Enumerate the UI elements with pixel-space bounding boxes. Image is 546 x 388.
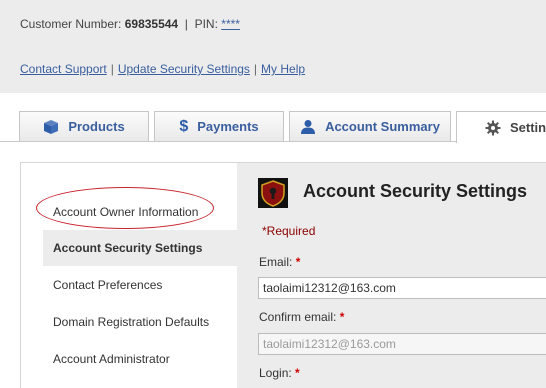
required-star: * bbox=[295, 366, 300, 380]
required-star: * bbox=[339, 310, 345, 324]
sidebar-item-account-owner-information[interactable]: Account Owner Information bbox=[53, 205, 198, 219]
field-label-text: Confirm email: bbox=[259, 310, 337, 324]
person-icon bbox=[300, 119, 316, 135]
field-label-text: Login: bbox=[259, 366, 292, 380]
lock-shield-icon bbox=[258, 178, 288, 213]
divider: | bbox=[181, 17, 192, 31]
sidebar-item-account-administrator[interactable]: Account Administrator bbox=[53, 352, 170, 366]
required-note: *Required bbox=[262, 224, 316, 238]
field-label-text: Email: bbox=[259, 255, 293, 269]
header-links: Contact Support | Update Security Settings… bbox=[20, 62, 305, 76]
customer-number-label: Customer Number: bbox=[20, 17, 122, 31]
main-panel: Account Security Settings *Required Emai… bbox=[237, 162, 546, 388]
pin-label: PIN: bbox=[194, 17, 218, 31]
email-field[interactable] bbox=[258, 277, 546, 299]
tab-label: Settin bbox=[510, 120, 546, 135]
sidebar-item-account-security-settings[interactable]: Account Security Settings bbox=[43, 230, 238, 266]
sidebar-item-domain-registration-defaults[interactable]: Domain Registration Defaults bbox=[53, 315, 209, 329]
email-label: Email: * bbox=[259, 255, 300, 269]
contact-support-link[interactable]: Contact Support bbox=[20, 62, 107, 76]
tab-payments[interactable]: $ Payments bbox=[154, 111, 284, 141]
tab-settings[interactable]: Settin bbox=[456, 111, 546, 143]
confirm-email-field[interactable] bbox=[258, 333, 546, 355]
update-security-settings-link[interactable]: Update Security Settings bbox=[118, 62, 250, 76]
customer-info-line: Customer Number: 69835544 | PIN: **** bbox=[20, 17, 240, 31]
confirm-email-label: Confirm email: * bbox=[259, 310, 344, 324]
my-help-link[interactable]: My Help bbox=[261, 62, 305, 76]
settings-content: Account Owner Information Account Securi… bbox=[20, 162, 546, 388]
tab-account-summary[interactable]: Account Summary bbox=[289, 111, 451, 141]
tab-label: Products bbox=[68, 119, 125, 134]
customer-number: 69835544 bbox=[124, 17, 179, 31]
divider: | bbox=[253, 62, 258, 76]
tab-bar: Products $ Payments Account Summary Sett… bbox=[0, 93, 546, 143]
account-header: Customer Number: 69835544 | PIN: **** Co… bbox=[0, 0, 546, 94]
page-title: Account Security Settings bbox=[303, 181, 528, 201]
box-icon bbox=[43, 119, 59, 135]
tab-label: Payments bbox=[197, 119, 259, 134]
dollar-icon: $ bbox=[179, 117, 189, 135]
sidebar-item-contact-preferences[interactable]: Contact Preferences bbox=[53, 278, 162, 292]
divider: | bbox=[110, 62, 114, 76]
gear-icon bbox=[485, 120, 501, 136]
login-label: Login: * bbox=[259, 366, 300, 380]
tab-label: Account Summary bbox=[325, 119, 440, 134]
tab-products[interactable]: Products bbox=[19, 111, 149, 141]
pin-link[interactable]: **** bbox=[221, 17, 240, 31]
required-star: * bbox=[295, 255, 301, 269]
settings-sidebar: Account Owner Information Account Securi… bbox=[20, 162, 238, 388]
